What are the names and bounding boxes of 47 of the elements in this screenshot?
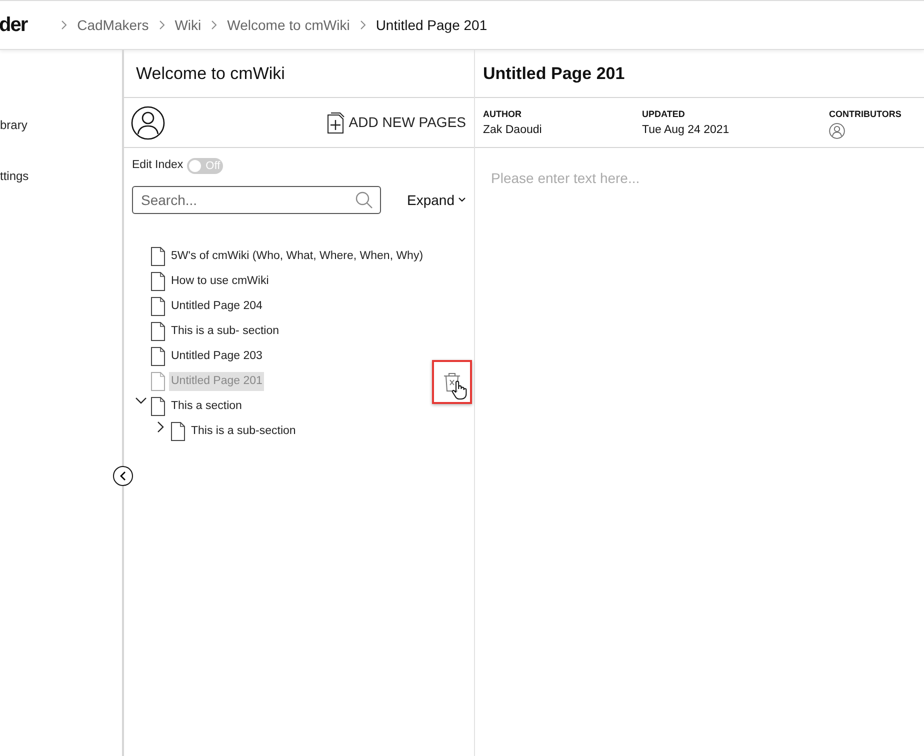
collapse-button[interactable]: [113, 466, 133, 486]
meta-label: CONTRIBUTORS: [829, 108, 902, 121]
chevron-left-icon: [119, 471, 127, 481]
tree-item[interactable]: How to use cmWiki: [169, 272, 271, 292]
page-icon: [151, 397, 165, 416]
page-icon: [171, 422, 185, 442]
tree-item[interactable]: Untitled Page 203: [169, 347, 264, 366]
add-page-icon: [326, 112, 345, 134]
search-icon: [355, 191, 373, 210]
breadcrumb-current: Untitled Page 201: [376, 16, 488, 35]
add-new-pages-button[interactable]: ADD NEW PAGES: [326, 112, 466, 134]
tree-item[interactable]: This is a sub-section: [189, 422, 298, 442]
edit-index-label: Edit Index: [132, 158, 184, 173]
sidebar-item[interactable]: ttings: [0, 167, 29, 185]
meta-label: UPDATED: [642, 108, 685, 121]
meta-label: AUTHOR: [483, 108, 522, 121]
page-icon: [151, 372, 165, 392]
panel-title: Welcome to cmWiki: [136, 62, 285, 85]
page-icon: [151, 247, 165, 266]
meta-value: Zak Daoudi: [483, 122, 542, 138]
avatar-icon: [131, 106, 165, 140]
page-title: Untitled Page 201: [483, 62, 625, 85]
tree-item[interactable]: This is a sub- section: [169, 322, 282, 342]
tree-item[interactable]: This a section: [169, 397, 244, 416]
breadcrumb-link[interactable]: Wiki: [174, 14, 202, 36]
hand-cursor-icon: [451, 380, 467, 400]
page-icon: [151, 297, 165, 316]
trash-icon: [443, 372, 461, 392]
page-icon: [151, 322, 165, 342]
page-icon: [151, 347, 165, 366]
breadcrumb-link[interactable]: Welcome to cmWiki: [227, 14, 350, 36]
chevron-right-icon: [158, 20, 166, 30]
chevron-right-icon: [60, 20, 68, 30]
avatar-icon: [829, 122, 845, 138]
chevron-right-icon: [210, 20, 218, 30]
logo-text: der: [0, 13, 28, 38]
expand-button[interactable]: Expand: [407, 190, 466, 211]
meta-value: Tue Aug 24 2021: [642, 122, 730, 138]
chevron-down-icon: [458, 197, 466, 204]
search-field[interactable]: Search...: [132, 186, 381, 214]
sidebar-item[interactable]: brary: [0, 116, 28, 134]
tree-item[interactable]: 5W's of cmWiki (Who, What, Where, When, Why): [169, 247, 426, 266]
tree-item[interactable]: Untitled Page 204: [169, 297, 264, 316]
breadcrumb-link[interactable]: CadMakers: [77, 14, 149, 36]
delete-button[interactable]: [432, 360, 472, 404]
page-icon: [151, 272, 165, 292]
chevron-right-icon: [358, 20, 367, 30]
